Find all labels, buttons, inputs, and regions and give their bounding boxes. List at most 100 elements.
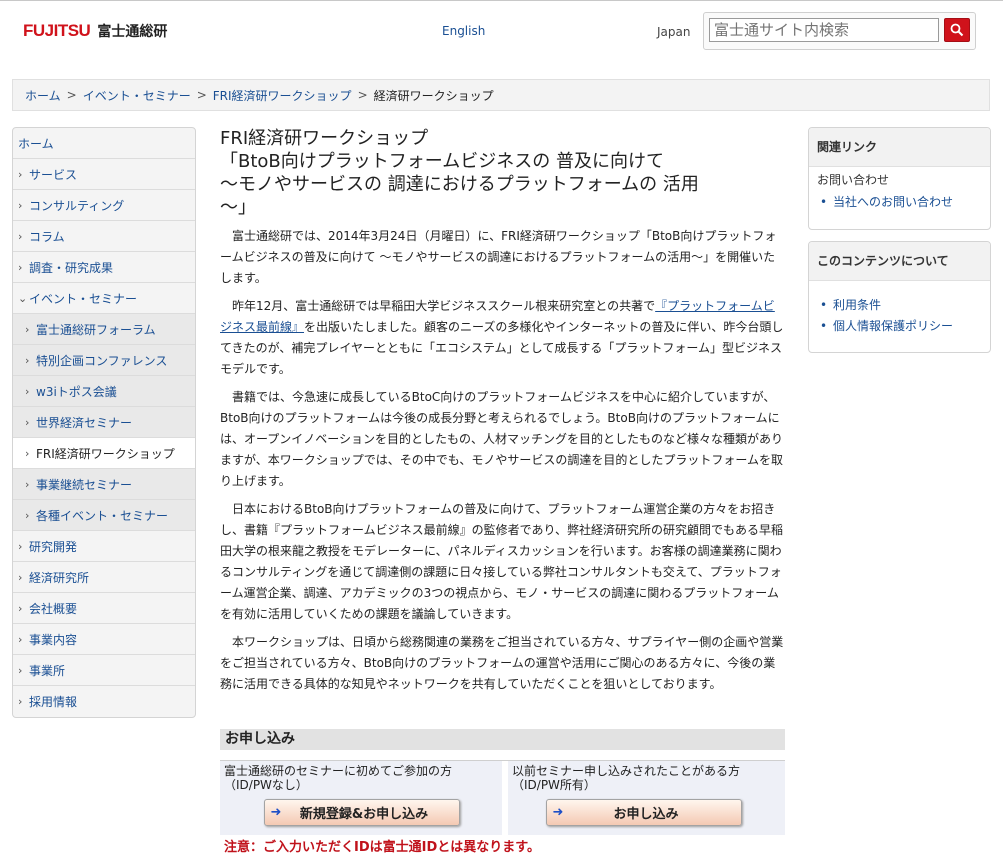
list-item: 個人情報保護ポリシー	[820, 316, 990, 337]
nav-subitem-other-events[interactable]: › 各種イベント・セミナー	[13, 500, 195, 531]
paragraph-panel: 日本におけるBtoB向けプラットフォームの普及に向けて、プラットフォーム運営企業…	[220, 502, 784, 621]
chevron-right-icon: ›	[18, 632, 23, 646]
breadcrumb-separator: >	[66, 88, 77, 102]
apply-button[interactable]: ➜ お申し込み	[546, 799, 742, 826]
application-existing: 以前セミナー申し込みされたことがある方（ID/PW所有） ➜ お申し込み	[508, 761, 785, 835]
arrow-right-icon: ➜	[552, 805, 564, 820]
nav-item-label: コンサルティング	[29, 198, 125, 213]
search-button[interactable]	[944, 18, 970, 42]
application-new-label: 富士通総研のセミナーに初めてご参加の方（ID/PWなし）	[224, 764, 453, 792]
chevron-down-icon: ⌄	[18, 291, 28, 305]
nav-item-research[interactable]: › 調査・研究成果	[13, 252, 195, 283]
nav-item-label: 事業所	[29, 663, 66, 678]
nav-item-label: 世界経済セミナー	[36, 415, 133, 430]
paragraph-book: 昨年12月、富士通総研では早稲田大学ビジネススクール根来研究室との共著で『プラッ…	[220, 296, 785, 380]
application-note: 注意：ご入力いただくIDは富士通IDとは異なります。	[224, 840, 540, 855]
nav-item-business[interactable]: › 事業内容	[13, 624, 195, 655]
title-line: ～モノやサービスの 調達におけるプラットフォームの 活用	[220, 174, 699, 195]
nav-item-label: 研究開発	[29, 539, 78, 554]
search-input[interactable]	[709, 18, 939, 42]
nav-item-label: w3iトポス会議	[36, 384, 117, 399]
chevron-right-icon: ›	[18, 539, 23, 553]
breadcrumb-events[interactable]: イベント・セミナー	[83, 87, 191, 104]
paragraph-platform: 書籍では、今急速に成長しているBtoC向けのプラットフォームビジネスを中心に紹介…	[220, 390, 784, 488]
nav-item-home[interactable]: ホーム	[13, 128, 195, 159]
chevron-right-icon: ›	[25, 322, 30, 336]
title-line: ～」	[220, 197, 256, 218]
chevron-right-icon: ›	[25, 384, 30, 398]
breadcrumb-separator: >	[196, 88, 207, 102]
region-label: Japan	[657, 25, 691, 39]
nav-item-label: 調査・研究成果	[29, 260, 114, 275]
english-link[interactable]: English	[442, 24, 485, 38]
application-heading: お申し込み	[220, 729, 785, 750]
nav-item-label: 事業内容	[29, 632, 78, 647]
nav-subitem-w3i[interactable]: › w3iトポス会議	[13, 376, 195, 407]
about-content-heading: このコンテンツについて	[809, 242, 990, 281]
page-title: FRI経済研ワークショップ 「BtoB向けプラットフォームビジネスの 普及に向け…	[220, 127, 785, 219]
breadcrumb: ホーム > イベント・セミナー > FRI経済研ワークショップ > 経済研ワーク…	[12, 79, 990, 111]
nav-item-offices[interactable]: › 事業所	[13, 655, 195, 686]
main-content: FRI経済研ワークショップ 「BtoB向けプラットフォームビジネスの 普及に向け…	[220, 127, 785, 695]
fujitsu-logo[interactable]: FUJITSU 富士通総研	[23, 21, 167, 41]
nav-subitem-world-economy[interactable]: › 世界経済セミナー	[13, 407, 195, 438]
nav-subitem-bcp[interactable]: › 事業継続セミナー	[13, 469, 195, 500]
search-icon	[950, 23, 964, 37]
nav-item-careers[interactable]: › 採用情報	[13, 686, 195, 717]
nav-item-economic-institute[interactable]: › 経済研究所	[13, 562, 195, 593]
nav-item-label: ホーム	[18, 136, 54, 151]
chevron-right-icon: ›	[18, 167, 23, 181]
chevron-right-icon: ›	[25, 508, 30, 522]
breadcrumb-separator: >	[357, 88, 368, 102]
arrow-right-icon: ➜	[270, 805, 282, 820]
title-line: FRI経済研ワークショップ	[220, 128, 429, 149]
nav-item-label: コラム	[29, 229, 65, 244]
chevron-right-icon: ›	[18, 570, 23, 584]
new-register-button[interactable]: ➜ 新規登録&お申し込み	[264, 799, 460, 826]
nav-item-label: 採用情報	[29, 695, 78, 709]
list-item: 利用条件	[820, 295, 990, 316]
button-label: お申し込み	[613, 807, 679, 822]
terms-link[interactable]: 利用条件	[833, 298, 881, 312]
breadcrumb-home[interactable]: ホーム	[25, 87, 61, 104]
chevron-right-icon: ›	[25, 353, 30, 367]
nav-item-rnd[interactable]: › 研究開発	[13, 531, 195, 562]
nav-item-events[interactable]: ⌄ イベント・セミナー	[13, 283, 195, 314]
breadcrumb-current: 経済研ワークショップ	[373, 88, 494, 103]
about-content-list: 利用条件 個人情報保護ポリシー	[809, 295, 990, 337]
nav-subitem-fri-workshop[interactable]: › FRI経済研ワークショップ	[13, 438, 195, 469]
related-links-list: 当社へのお問い合わせ	[809, 192, 990, 213]
title-line: 「BtoB向けプラットフォームビジネスの 普及に向けて	[220, 151, 664, 172]
nav-item-label: 経済研究所	[29, 570, 90, 585]
chevron-right-icon: ›	[18, 663, 23, 677]
nav-item-consulting[interactable]: › コンサルティング	[13, 190, 195, 221]
contact-link[interactable]: 当社へのお問い合わせ	[833, 195, 953, 209]
chevron-right-icon: ›	[25, 446, 30, 460]
paragraph-intro: 富士通総研では、2014年3月24日（月曜日）に、FRI経済研ワークショップ「B…	[220, 229, 777, 285]
nav-item-company[interactable]: › 会社概要	[13, 593, 195, 624]
nav-item-label: イベント・セミナー	[29, 291, 138, 306]
chevron-right-icon: ›	[18, 198, 23, 212]
logo-brand: FUJITSU	[23, 21, 91, 40]
nav-item-label: サービス	[29, 167, 78, 182]
nav-subitem-forum[interactable]: › 富士通総研フォーラム	[13, 314, 195, 345]
related-links-subheading: お問い合わせ	[817, 173, 890, 187]
application-table: 富士通総研のセミナーに初めてご参加の方（ID/PWなし） ➜ 新規登録&お申し込…	[220, 760, 785, 835]
nav-item-label: FRI経済研ワークショップ	[36, 446, 175, 461]
search-form	[703, 12, 976, 50]
breadcrumb-workshop[interactable]: FRI経済研ワークショップ	[213, 87, 352, 104]
chevron-right-icon: ›	[25, 477, 30, 491]
chevron-right-icon: ›	[18, 260, 23, 274]
privacy-policy-link[interactable]: 個人情報保護ポリシー	[833, 319, 953, 333]
nav-item-label: 各種イベント・セミナー	[36, 508, 169, 523]
chevron-right-icon: ›	[18, 229, 23, 243]
paragraph-audience: 本ワークショップは、日頃から総務関連の業務をご担当されている方々、サプライヤー側…	[220, 635, 784, 691]
button-label: 新規登録&お申し込み	[299, 807, 429, 822]
chevron-right-icon: ›	[18, 601, 23, 615]
nav-item-label: 事業継続セミナー	[36, 477, 133, 492]
nav-item-services[interactable]: › サービス	[13, 159, 195, 190]
nav-item-label: 富士通総研フォーラム	[36, 322, 156, 337]
nav-item-column[interactable]: › コラム	[13, 221, 195, 252]
left-navigation: ホーム › サービス › コンサルティング › コラム › 調査・研究成果 ⌄ イベント・…	[12, 127, 196, 718]
nav-subitem-conference[interactable]: › 特別企画コンファレンス	[13, 345, 195, 376]
